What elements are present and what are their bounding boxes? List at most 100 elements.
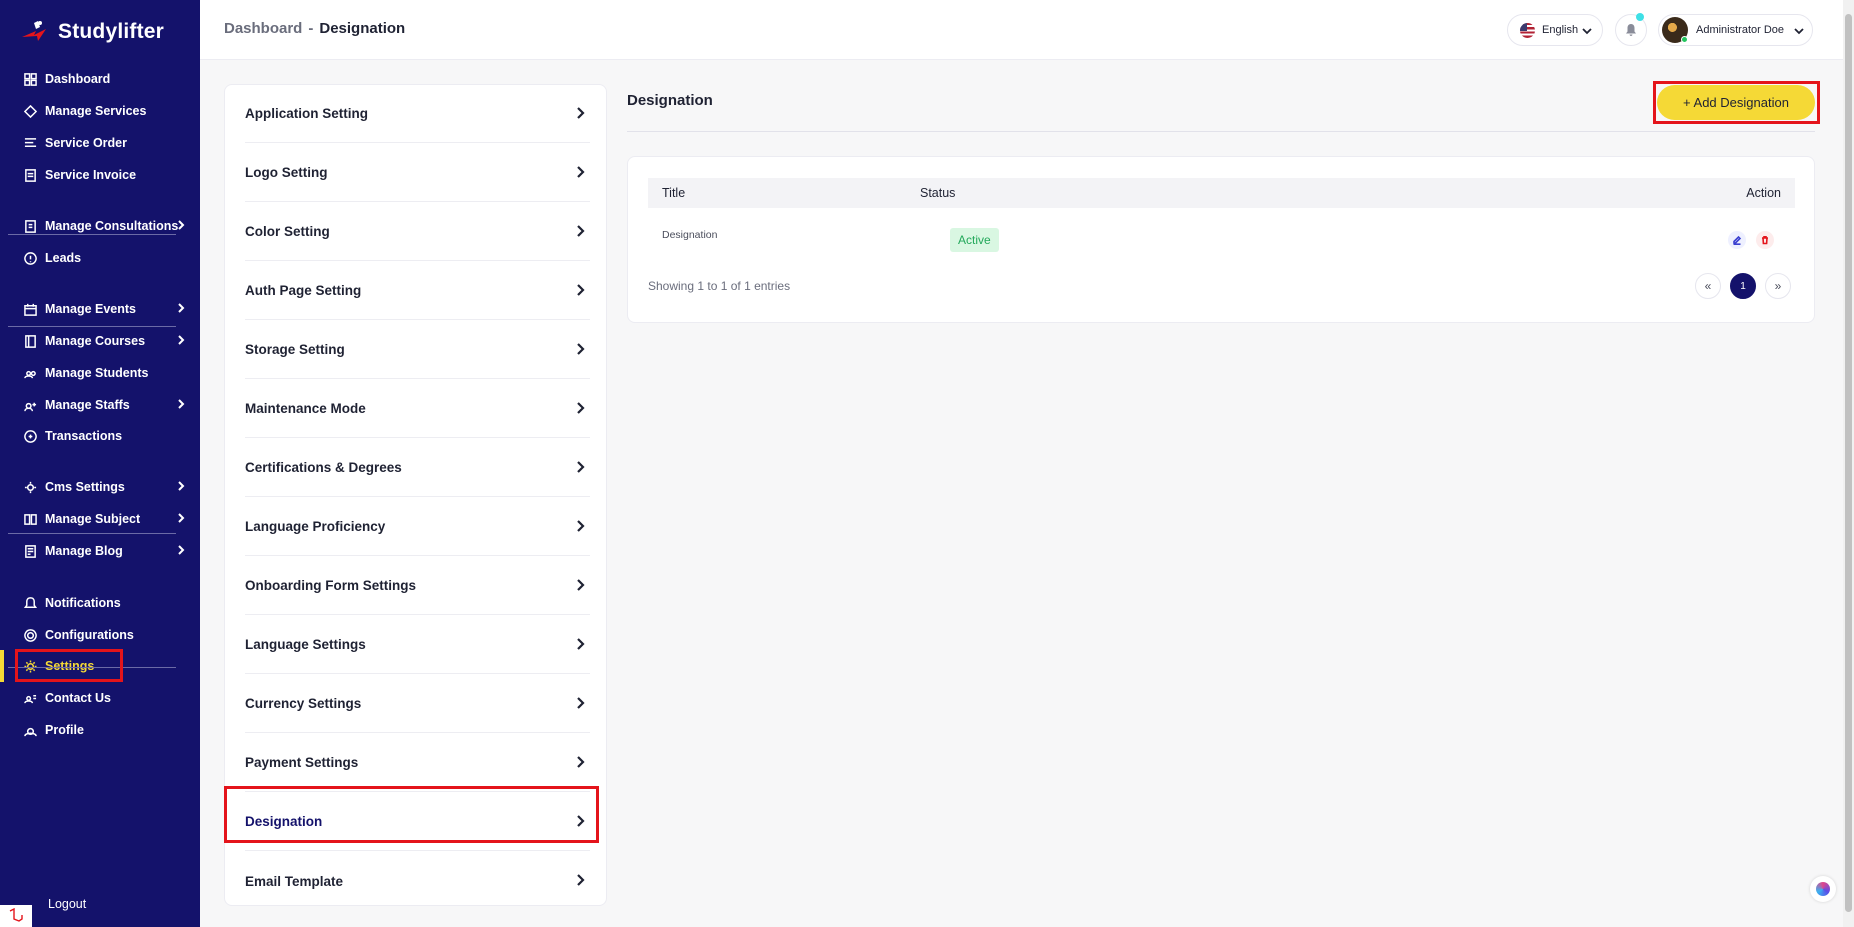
page-scrollbar[interactable] xyxy=(1843,0,1854,927)
sidebar-item-label: Notifications xyxy=(45,596,121,610)
setting-item-certifications-degrees[interactable]: Certifications & Degrees xyxy=(245,439,590,497)
setting-item-maintenance-mode[interactable]: Maintenance Mode xyxy=(245,380,590,438)
setting-item-label: Auth Page Setting xyxy=(245,283,362,298)
sidebar-item-contact-us[interactable]: Contact Us xyxy=(0,682,200,714)
sidebar-item-leads[interactable]: Leads xyxy=(0,242,200,274)
edit-button[interactable] xyxy=(1728,231,1746,249)
setting-item-language-settings[interactable]: Language Settings xyxy=(245,616,590,674)
consultation-icon xyxy=(23,219,37,233)
chevron-right-icon xyxy=(574,520,586,535)
setting-item-color-setting[interactable]: Color Setting xyxy=(245,203,590,261)
language-selector[interactable]: English xyxy=(1507,14,1603,46)
setting-item-application-setting[interactable]: Application Setting xyxy=(245,85,590,143)
brand[interactable]: Studylifter xyxy=(20,16,164,48)
sidebar-item-profile[interactable]: Profile xyxy=(0,714,200,746)
status-badge: Active xyxy=(950,228,999,252)
sidebar-item-label: Manage Staffs xyxy=(45,398,130,412)
sidebar-item-manage-students[interactable]: Manage Students xyxy=(0,357,200,389)
sidebar-item-manage-staffs[interactable]: Manage Staffs xyxy=(0,389,200,421)
chevron-right-icon xyxy=(176,398,190,412)
chevron-right-icon xyxy=(574,697,586,712)
sidebar-item-cms-settings[interactable]: Cms Settings xyxy=(0,471,200,503)
chevron-down-icon xyxy=(1582,26,1592,39)
chevron-right-icon xyxy=(176,544,190,558)
setting-item-payment-settings[interactable]: Payment Settings xyxy=(245,734,590,792)
sidebar-item-service-order[interactable]: Service Order xyxy=(0,127,200,159)
sidebar-item-manage-events[interactable]: Manage Events xyxy=(0,293,200,325)
chevron-right-icon xyxy=(574,402,586,417)
column-status: Status xyxy=(920,186,956,200)
breadcrumb-dashboard-link[interactable]: Dashboard xyxy=(224,20,302,37)
sidebar-item-notifications[interactable]: Notifications xyxy=(0,587,200,619)
sidebar-item-dashboard[interactable]: Dashboard xyxy=(0,63,200,95)
laravel-debug-icon[interactable] xyxy=(0,905,32,927)
setting-item-storage-setting[interactable]: Storage Setting xyxy=(245,321,590,379)
students-icon xyxy=(23,366,37,380)
delete-button[interactable] xyxy=(1756,231,1774,249)
sidebar-item-manage-subject[interactable]: Manage Subject xyxy=(0,503,200,535)
active-indicator xyxy=(0,650,4,682)
sidebar-item-transactions[interactable]: Transactions xyxy=(0,420,200,452)
pagination-page-1[interactable]: 1 xyxy=(1730,273,1756,299)
setting-item-label: Application Setting xyxy=(245,106,368,121)
chevron-right-icon xyxy=(574,166,586,181)
sidebar-item-manage-blog[interactable]: Manage Blog xyxy=(0,535,200,567)
sidebar-item-configurations[interactable]: Configurations xyxy=(0,619,200,651)
services-icon xyxy=(23,104,37,118)
settings-menu: Application Setting Logo Setting Color Set… xyxy=(224,84,607,906)
setting-item-logo-setting[interactable]: Logo Setting xyxy=(245,144,590,202)
setting-item-onboarding-form-settings[interactable]: Onboarding Form Settings xyxy=(245,557,590,615)
chevron-right-icon xyxy=(176,512,190,526)
trash-icon xyxy=(1762,236,1768,245)
sidebar-item-manage-consultations[interactable]: Manage Consultations xyxy=(0,210,200,242)
cms-icon xyxy=(23,480,37,494)
setting-item-label: Storage Setting xyxy=(245,342,345,357)
setting-item-label: Currency Settings xyxy=(245,696,362,711)
setting-item-label: Language Proficiency xyxy=(245,519,386,534)
pagination-next[interactable]: » xyxy=(1765,273,1791,299)
sidebar-item-label: Manage Courses xyxy=(45,334,146,348)
chevron-down-icon xyxy=(1794,26,1804,39)
setting-item-language-proficiency[interactable]: Language Proficiency xyxy=(245,498,590,556)
breadcrumb-separator: - xyxy=(308,20,314,37)
sidebar-item-label: Leads xyxy=(45,251,82,265)
contact-icon xyxy=(23,691,37,705)
sidebar-item-label: Service Invoice xyxy=(45,168,137,182)
add-button-highlight xyxy=(1653,81,1820,124)
staff-icon xyxy=(23,398,37,412)
scrollbar-thumb[interactable] xyxy=(1845,14,1852,912)
setting-item-email-template[interactable]: Email Template xyxy=(245,852,590,910)
setting-item-label: Onboarding Form Settings xyxy=(245,578,416,593)
dashboard-icon xyxy=(23,72,37,86)
bell-icon xyxy=(23,596,37,610)
breadcrumb: Dashboard - Designation xyxy=(224,20,405,37)
assistant-icon[interactable] xyxy=(1810,876,1836,902)
sidebar-item-service-invoice[interactable]: Service Invoice xyxy=(0,159,200,191)
setting-item-auth-page-setting[interactable]: Auth Page Setting xyxy=(245,262,590,320)
sidebar-item-manage-courses[interactable]: Manage Courses xyxy=(0,325,200,357)
column-action: Action xyxy=(1746,186,1781,200)
user-menu[interactable]: Administrator Doe xyxy=(1658,14,1813,46)
table-row: Designation xyxy=(648,217,1795,253)
sidebar-item-manage-services[interactable]: Manage Services xyxy=(0,95,200,127)
sidebar-divider xyxy=(8,326,176,327)
title-divider xyxy=(627,131,1815,132)
us-flag-icon xyxy=(1520,22,1535,38)
sidebar-item-label: Dashboard xyxy=(45,72,111,86)
setting-item-label: Email Template xyxy=(245,873,344,889)
breadcrumb-current: Designation xyxy=(319,20,406,37)
logout-label: Logout xyxy=(48,897,87,911)
settings-nav-highlight xyxy=(15,649,123,682)
edit-icon xyxy=(1733,235,1742,245)
setting-item-label: Language Settings xyxy=(245,637,366,652)
online-status-dot xyxy=(1681,36,1688,43)
setting-item-currency-settings[interactable]: Currency Settings xyxy=(245,675,590,733)
sidebar-item-label: Manage Students xyxy=(45,366,149,380)
setting-item-label: Payment Settings xyxy=(245,755,359,770)
courses-icon xyxy=(23,334,37,348)
sidebar-item-label: Manage Subject xyxy=(45,512,141,526)
sidebar-item-label: Manage Blog xyxy=(45,544,123,558)
setting-item-label: Logo Setting xyxy=(245,165,328,180)
chevron-right-icon xyxy=(574,638,586,653)
pagination-prev[interactable]: « xyxy=(1695,273,1721,299)
